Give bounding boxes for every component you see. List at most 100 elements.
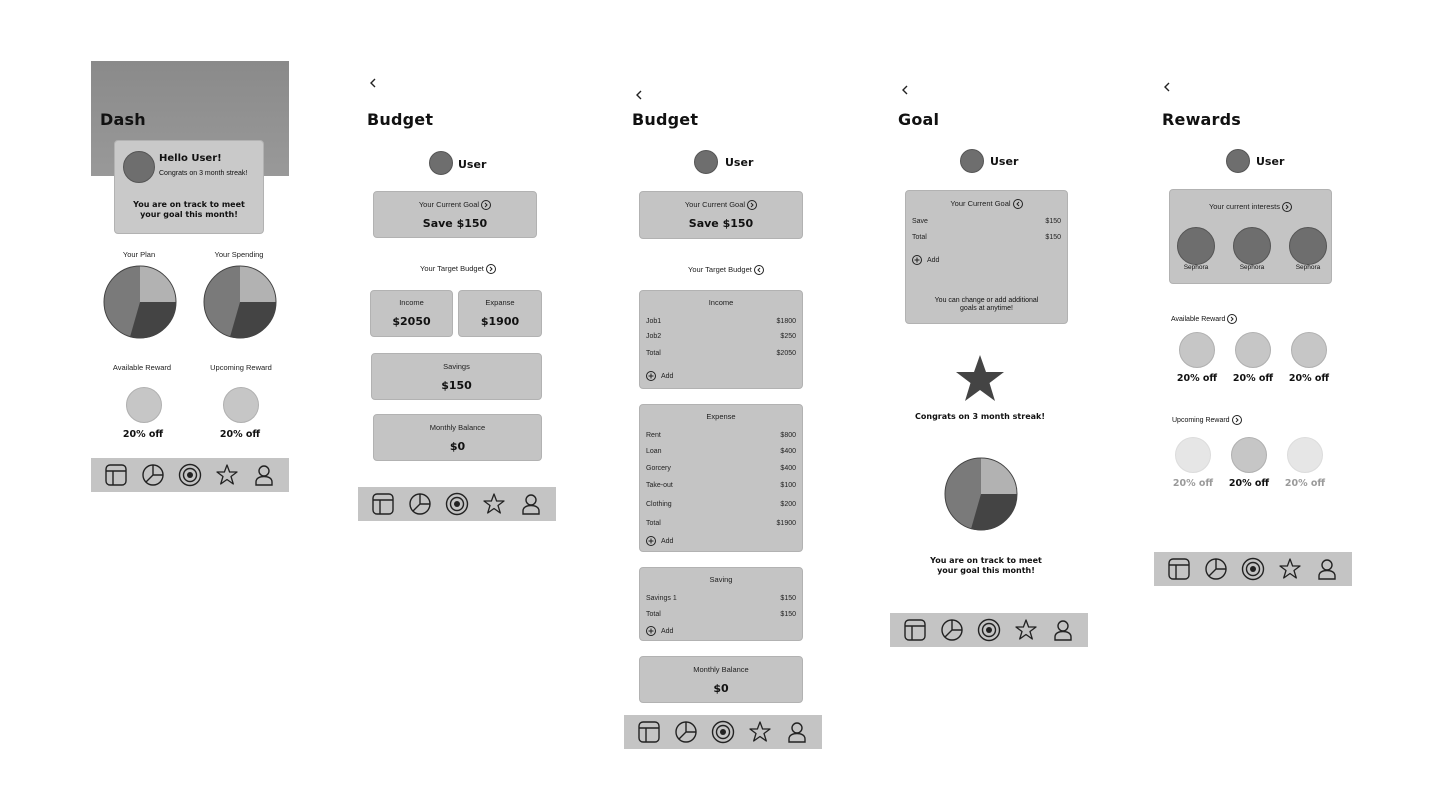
- savings-label: Savings: [443, 362, 470, 371]
- savings-value: $150: [441, 379, 472, 392]
- available-reward-value: 20% off: [1288, 373, 1330, 384]
- add-goal-button[interactable]: Add: [912, 255, 939, 265]
- chevron-right-circle-icon[interactable]: [1227, 314, 1238, 324]
- interest-label: Sephora: [1239, 264, 1265, 271]
- goal-target-icon[interactable]: [1240, 556, 1266, 582]
- dashboard-icon[interactable]: [103, 462, 129, 488]
- interest-sephora[interactable]: [1289, 227, 1327, 265]
- chevron-right-circle-icon[interactable]: [1282, 202, 1293, 213]
- upcoming-reward-label: Upcoming Reward: [210, 363, 272, 372]
- goal-target-icon[interactable]: [177, 462, 203, 488]
- back-icon[interactable]: [634, 89, 648, 103]
- current-goal-card[interactable]: Your Current Goal Save $150: [373, 191, 537, 238]
- interests-card: Your current interests Sephora Sephora S…: [1169, 189, 1332, 284]
- current-goal-card: Your Current Goal Save $150 Total $150 Add…: [905, 190, 1068, 324]
- expense-label: Expanse: [485, 298, 515, 307]
- income-value: $2050: [392, 315, 431, 328]
- back-icon[interactable]: [368, 77, 382, 91]
- rewards-star-icon[interactable]: [1277, 556, 1303, 582]
- chevron-left-circle-icon[interactable]: [1012, 199, 1023, 210]
- upcoming-reward-badge[interactable]: [1231, 437, 1267, 473]
- streak-text: Congrats on 3 month streak!: [159, 170, 248, 177]
- savings-card[interactable]: Savings $150: [371, 353, 542, 400]
- add-expense-button[interactable]: Add: [646, 536, 673, 546]
- avatar[interactable]: [1226, 149, 1250, 173]
- dashboard-icon[interactable]: [1166, 556, 1192, 582]
- add-saving-button[interactable]: Add: [646, 626, 673, 636]
- available-reward-value: 20% off: [122, 429, 164, 440]
- avatar[interactable]: [960, 149, 984, 173]
- saving-label: Saving: [709, 575, 733, 584]
- profile-icon[interactable]: [1314, 556, 1340, 582]
- list-item: Total $150: [646, 611, 796, 618]
- avatar[interactable]: [123, 151, 155, 183]
- available-reward-label: Available Reward: [112, 363, 172, 372]
- dashboard-icon[interactable]: [902, 617, 928, 643]
- rewards-star-icon[interactable]: [1013, 617, 1039, 643]
- upcoming-reward-value: 20% off: [1172, 478, 1214, 489]
- upcoming-reward-value: 20% off: [1284, 478, 1326, 489]
- profile-icon[interactable]: [251, 462, 277, 488]
- page-title: Budget: [632, 110, 699, 129]
- bottom-nav: [91, 458, 289, 492]
- avatar[interactable]: [429, 151, 453, 175]
- available-reward-badge[interactable]: [1235, 332, 1271, 368]
- budget-pie-icon[interactable]: [939, 617, 965, 643]
- balance-label: Monthly Balance: [693, 665, 749, 674]
- back-icon[interactable]: [900, 84, 914, 98]
- interest-sephora[interactable]: [1177, 227, 1215, 265]
- chevron-left-circle-icon[interactable]: [753, 265, 764, 276]
- income-label: Income: [399, 298, 424, 307]
- streak-star-icon: [956, 355, 1004, 401]
- monthly-balance-card[interactable]: Monthly Balance $0: [373, 414, 542, 461]
- available-reward-badge[interactable]: [126, 387, 162, 423]
- dashboard-icon[interactable]: [636, 719, 662, 745]
- budget-pie-icon[interactable]: [407, 491, 433, 517]
- plus-circle-icon: [646, 536, 656, 546]
- budget-pie-icon[interactable]: [140, 462, 166, 488]
- rewards-star-icon[interactable]: [747, 719, 773, 745]
- profile-icon[interactable]: [1050, 617, 1076, 643]
- available-reward-badge[interactable]: [1179, 332, 1215, 368]
- budget-pie-icon[interactable]: [673, 719, 699, 745]
- upcoming-reward-badge[interactable]: [1175, 437, 1211, 473]
- rewards-star-icon[interactable]: [481, 491, 507, 517]
- income-label: Income: [708, 298, 734, 307]
- budget-pie-icon[interactable]: [1203, 556, 1229, 582]
- profile-icon[interactable]: [784, 719, 810, 745]
- user-name: User: [1256, 155, 1285, 168]
- income-detail-card: Income Job1 $1800 Job2 $250 Total $2050 Add: [639, 290, 803, 389]
- dashboard-icon[interactable]: [370, 491, 396, 517]
- goal-target-icon[interactable]: [710, 719, 736, 745]
- chevron-right-circle-icon[interactable]: [1231, 415, 1242, 425]
- current-goal-card[interactable]: Your Current Goal Save $150: [639, 191, 803, 239]
- avatar[interactable]: [694, 150, 718, 174]
- chevron-right-circle-icon[interactable]: [481, 200, 492, 211]
- track-message: You are on track to meet your goal this …: [133, 200, 245, 219]
- goal-target-icon[interactable]: [444, 491, 470, 517]
- upcoming-reward-label: Upcoming Reward: [1172, 415, 1242, 425]
- plus-circle-icon: [646, 626, 656, 636]
- expense-card[interactable]: Expanse $1900: [458, 290, 542, 337]
- goal-target-icon[interactable]: [976, 617, 1002, 643]
- goal-pie-chart[interactable]: [944, 457, 1018, 531]
- available-reward-badge[interactable]: [1291, 332, 1327, 368]
- budget-detail-screen: Budget User Your Current Goal Save $150 …: [624, 0, 824, 810]
- interest-sephora[interactable]: [1233, 227, 1271, 265]
- monthly-balance-card[interactable]: Monthly Balance $0: [639, 656, 803, 703]
- upcoming-reward-badge[interactable]: [223, 387, 259, 423]
- plan-pie-chart[interactable]: [103, 265, 177, 339]
- add-income-button[interactable]: Add: [646, 371, 673, 381]
- rewards-star-icon[interactable]: [214, 462, 240, 488]
- chevron-right-circle-icon[interactable]: [485, 264, 496, 275]
- goal-note: You can change or add additional goals a…: [934, 297, 1039, 312]
- chevron-right-circle-icon[interactable]: [747, 200, 758, 211]
- list-item: Save $150: [912, 218, 1061, 225]
- bottom-nav: [358, 487, 556, 521]
- spending-pie-chart[interactable]: [203, 265, 277, 339]
- back-icon[interactable]: [1162, 81, 1176, 95]
- upcoming-reward-badge[interactable]: [1287, 437, 1323, 473]
- income-card[interactable]: Income $2050: [370, 290, 453, 337]
- list-item: Loan $400: [646, 448, 796, 455]
- profile-icon[interactable]: [518, 491, 544, 517]
